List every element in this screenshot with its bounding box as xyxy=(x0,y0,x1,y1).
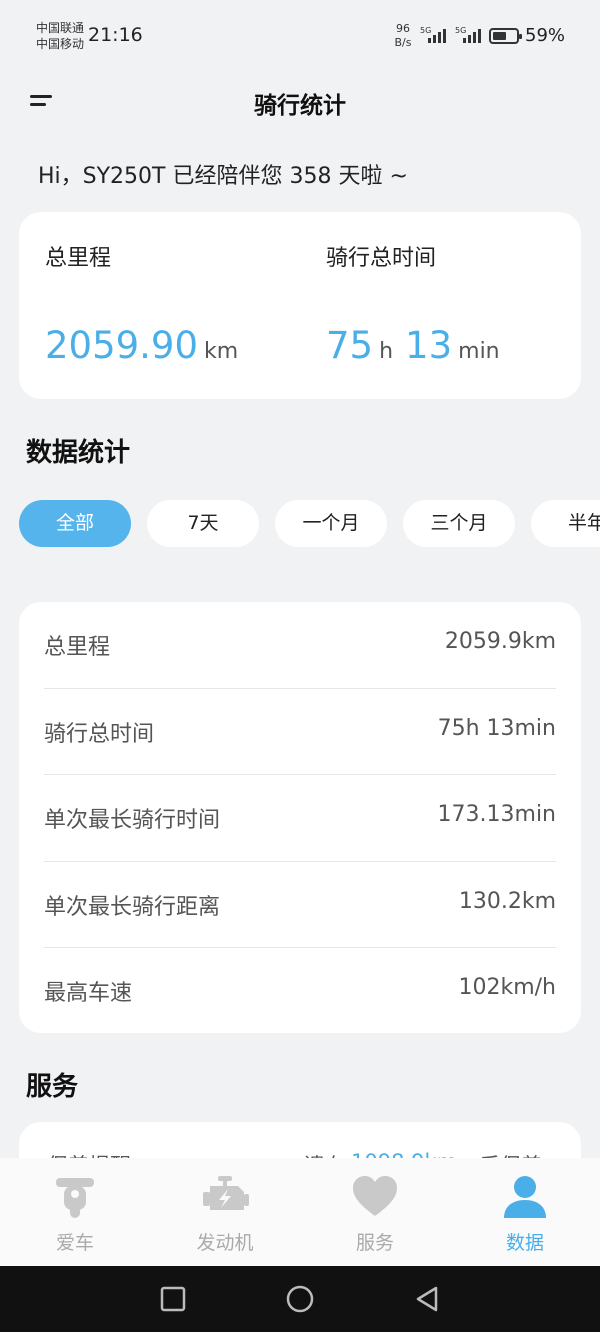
stat-label: 骑行总时间 xyxy=(44,721,155,747)
mileage-number: 2059.90 xyxy=(45,324,199,367)
greeting-text: Hi，SY250T 已经陪伴您 358 天啦 ~ xyxy=(38,164,408,189)
summary-card: 总里程 骑行总时间 2059.90 km 75 h 13 min xyxy=(19,212,581,399)
minutes-number: 13 xyxy=(405,324,453,367)
bottom-nav: 爱车 发动机 服务 数据 xyxy=(0,1158,600,1266)
battery-icon xyxy=(489,28,522,44)
recents-square-icon[interactable] xyxy=(158,1284,188,1314)
network-speed-value: 96 xyxy=(396,22,410,35)
nav-label-service: 服务 xyxy=(355,1232,394,1254)
network-speed-unit: B/s xyxy=(394,36,412,49)
status-bar: 中国联通 中国移动 21:16 96 B/s 5G 5G 59% xyxy=(0,0,600,70)
minutes-unit: min xyxy=(458,339,500,364)
stat-row-total-time: 骑行总时间 75h 13min xyxy=(44,689,556,775)
stat-value: 75h 13min xyxy=(437,715,556,741)
stat-row-total-mileage: 总里程 2059.9km xyxy=(44,602,556,689)
stat-value: 102km/h xyxy=(458,975,556,1000)
total-time-label: 骑行总时间 xyxy=(326,246,437,271)
stat-label: 总里程 xyxy=(44,635,111,660)
nav-item-engine[interactable]: 发动机 xyxy=(150,1158,300,1266)
time-range-filters: 全部 7天 一个月 三个月 半年 xyxy=(19,500,600,548)
stat-value: 2059.9km xyxy=(444,629,556,654)
stat-label: 单次最长骑行时间 xyxy=(44,808,221,833)
scooter-icon xyxy=(56,1178,94,1218)
carrier-names: 中国联通 中国移动 xyxy=(36,20,84,52)
stat-label: 最高车速 xyxy=(44,981,133,1006)
service-section-title: 服务 xyxy=(26,1072,79,1102)
carrier-1: 中国联通 xyxy=(36,21,85,35)
back-triangle-icon[interactable] xyxy=(412,1284,442,1314)
stat-row-longest-ride-time: 单次最长骑行时间 173.13min xyxy=(44,775,556,862)
user-icon xyxy=(504,1176,546,1218)
filter-one-month[interactable]: 一个月 xyxy=(275,500,387,547)
nav-item-service[interactable]: 服务 xyxy=(300,1158,450,1266)
mileage-unit: km xyxy=(204,339,239,364)
filter-7-days[interactable]: 7天 xyxy=(147,500,259,547)
stat-value: 130.2km xyxy=(458,888,556,914)
nav-label-data: 数据 xyxy=(505,1232,544,1254)
heart-icon xyxy=(353,1176,397,1216)
data-section-title: 数据统计 xyxy=(26,438,131,468)
filter-half-year[interactable]: 半年 xyxy=(531,500,600,547)
total-mileage-value: 2059.90 km xyxy=(45,324,250,367)
nav-label-engine: 发动机 xyxy=(196,1232,254,1254)
home-circle-icon[interactable] xyxy=(285,1284,315,1314)
stat-row-top-speed: 最高车速 102km/h xyxy=(44,948,556,1035)
stats-card: 总里程 2059.9km 骑行总时间 75h 13min 单次最长骑行时间 17… xyxy=(19,602,581,1033)
stat-label: 单次最长骑行距离 xyxy=(44,894,221,920)
total-mileage-label: 总里程 xyxy=(45,246,112,271)
stat-row-longest-ride-distance: 单次最长骑行距离 130.2km xyxy=(44,862,556,948)
hours-number: 75 xyxy=(326,324,374,367)
total-time-value: 75 h 13 min xyxy=(326,324,512,367)
page-title: 骑行统计 xyxy=(254,93,346,119)
engine-icon xyxy=(203,1176,249,1210)
network-speed: 96 B/s xyxy=(392,22,414,50)
nav-label-car: 爱车 xyxy=(55,1232,94,1254)
battery-percent: 59% xyxy=(525,25,566,46)
nav-item-car[interactable]: 爱车 xyxy=(0,1158,150,1266)
nav-item-data[interactable]: 数据 xyxy=(450,1158,600,1266)
carrier-2: 中国移动 xyxy=(36,37,85,51)
stat-value: 173.13min xyxy=(437,802,556,827)
filter-three-months[interactable]: 三个月 xyxy=(403,500,515,547)
status-time: 21:16 xyxy=(88,24,143,46)
hours-unit: h xyxy=(379,339,394,364)
filter-all[interactable]: 全部 xyxy=(19,500,131,547)
system-nav-bar xyxy=(0,1266,600,1332)
